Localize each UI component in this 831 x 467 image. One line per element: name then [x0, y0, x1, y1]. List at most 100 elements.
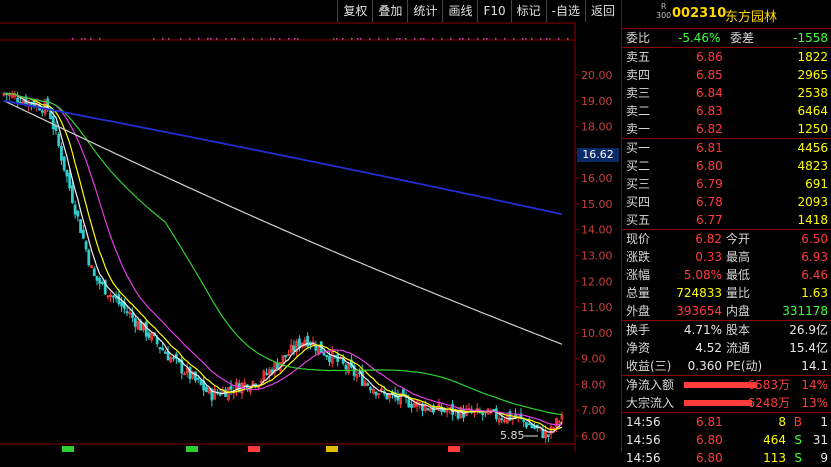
candle-body: [92, 268, 96, 276]
candle-body: [79, 219, 82, 234]
signal-dot: [198, 38, 200, 40]
weibi-label: 委比: [626, 31, 651, 45]
stock-name[interactable]: 东方园林: [725, 6, 777, 25]
candle-body: [65, 169, 69, 177]
stats-label: 最低: [726, 268, 751, 282]
signal-dot: [252, 38, 254, 40]
candle-body: [101, 282, 104, 284]
toolbar-button-5[interactable]: 标记: [510, 0, 546, 22]
candle-body: [199, 379, 203, 385]
stats-value: 6.46: [801, 268, 828, 282]
bids-label: 买五: [626, 213, 651, 227]
signal-dot: [273, 38, 275, 40]
bids-price: 6.79: [696, 177, 723, 191]
stats-row: 外盘 393654 内盘 331178: [622, 302, 831, 320]
signal-dot: [294, 38, 296, 40]
stats-label: 现价: [626, 232, 651, 246]
candle-body: [205, 386, 208, 393]
signal-dot: [459, 38, 461, 40]
fund-row: 净资 4.52 流通 15.4亿: [622, 339, 831, 357]
asks-price: 6.82: [696, 122, 723, 136]
stats-label: 今开: [726, 232, 751, 246]
asks-price: 6.85: [696, 68, 723, 82]
stats-value: 5.08%: [683, 268, 722, 282]
chart-toolbar: 复权 叠加 统计 画线 F10 标记 -自选 返回: [337, 0, 620, 22]
bids-price: 6.81: [696, 141, 723, 155]
ma120-line: [3, 100, 563, 345]
signal-dot: [399, 38, 401, 40]
bids-price: 6.80: [696, 159, 723, 173]
y-tick-label: 8.00: [581, 378, 606, 391]
candle-body: [522, 419, 526, 422]
stats-value: 724833: [676, 286, 722, 300]
signal-dot: [81, 38, 83, 40]
y-tick-label: 9.00: [581, 353, 606, 366]
stats-value: 6.82: [695, 232, 722, 246]
bids-volume: 691: [805, 177, 828, 191]
signal-dot: [387, 38, 389, 40]
fundamentals: 换手 4.71% 股本 26.9亿 净资 4.52 流通 15.4亿 收益(三) 0.360 PE(…: [622, 321, 831, 376]
signal-dot: [423, 38, 425, 40]
signal-dot: [153, 38, 155, 40]
candle-body: [410, 403, 413, 408]
candle-body: [95, 275, 99, 281]
toolbar-button-0[interactable]: 复权: [337, 0, 372, 22]
stock-code[interactable]: 002310: [672, 6, 726, 21]
toolbar-button-6[interactable]: -自选: [545, 0, 585, 22]
candle-body: [81, 229, 85, 239]
signal-dot: [333, 38, 335, 40]
tick-price: 6.80: [696, 433, 723, 447]
fund-row: 换手 4.71% 股本 26.9亿: [622, 321, 831, 339]
signal-dot: [378, 38, 380, 40]
toolbar-button-4[interactable]: F10: [477, 0, 510, 22]
fund-value: 4.71%: [683, 323, 722, 337]
signal-dot: [462, 38, 464, 40]
candle-body: [284, 354, 288, 358]
stats-row: 现价 6.82 今开 6.50: [622, 230, 831, 248]
signal-dot: [234, 38, 236, 40]
signal-dot: [540, 38, 542, 40]
bids-price: 6.78: [696, 195, 723, 209]
signal-dot: [513, 38, 515, 40]
stats-value: 393654: [676, 304, 722, 318]
candle-body: [133, 318, 137, 327]
signal-dot: [414, 38, 416, 40]
signal-dot: [189, 38, 191, 40]
fund-label: PE(动): [726, 359, 763, 373]
y-tick-label: 12.00: [581, 275, 613, 288]
bids-row: 买一 6.81 4456: [622, 139, 831, 157]
candle-body: [112, 295, 115, 298]
stats-label: 内盘: [726, 304, 751, 318]
signal-dot: [441, 38, 443, 40]
candle-body: [120, 301, 124, 307]
candle-body: [125, 311, 129, 314]
toolbar-button-1[interactable]: 叠加: [372, 0, 407, 22]
tick-row: 14:56 6.81 8 B 1: [622, 413, 831, 431]
candle-body: [525, 422, 528, 428]
candle-body: [62, 156, 66, 171]
flow-value: 6583万: [747, 378, 790, 392]
candle-body: [84, 241, 88, 250]
kline-chart[interactable]: 20.0019.0018.0017.0016.0015.0014.0013.00…: [0, 0, 620, 452]
toolbar-button-3[interactable]: 画线: [442, 0, 477, 22]
bids-volume: 1418: [797, 213, 828, 227]
asks-price: 6.83: [696, 104, 723, 118]
asks-label: 卖一: [626, 122, 651, 136]
fund-label: 净资: [626, 341, 651, 355]
candle-body: [194, 371, 197, 381]
signal-dot: [231, 38, 233, 40]
stock-header: R 300 002310 东方园林: [622, 0, 831, 29]
toolbar-button-7[interactable]: 返回: [584, 0, 620, 22]
fund-row: 收益(三) 0.360 PE(动) 14.1: [622, 357, 831, 375]
toolbar-button-2[interactable]: 统计: [407, 0, 442, 22]
signal-dot: [405, 38, 407, 40]
tick-list: 14:56 6.81 8 B 1 14:56 6.80 464 S 31 14:56 6.80 113 S…: [622, 413, 831, 467]
flow-label: 净流入额: [626, 378, 675, 392]
bids-volume: 4456: [797, 141, 828, 155]
kline-chart-area[interactable]: 20.0019.0018.0017.0016.0015.0014.0013.00…: [0, 0, 620, 452]
bids-row: 买四 6.78 2093: [622, 193, 831, 211]
candle-body: [426, 408, 430, 411]
candle-body: [131, 312, 134, 318]
bids-row: 买三 6.79 691: [622, 175, 831, 193]
signal-dot: [342, 38, 344, 40]
